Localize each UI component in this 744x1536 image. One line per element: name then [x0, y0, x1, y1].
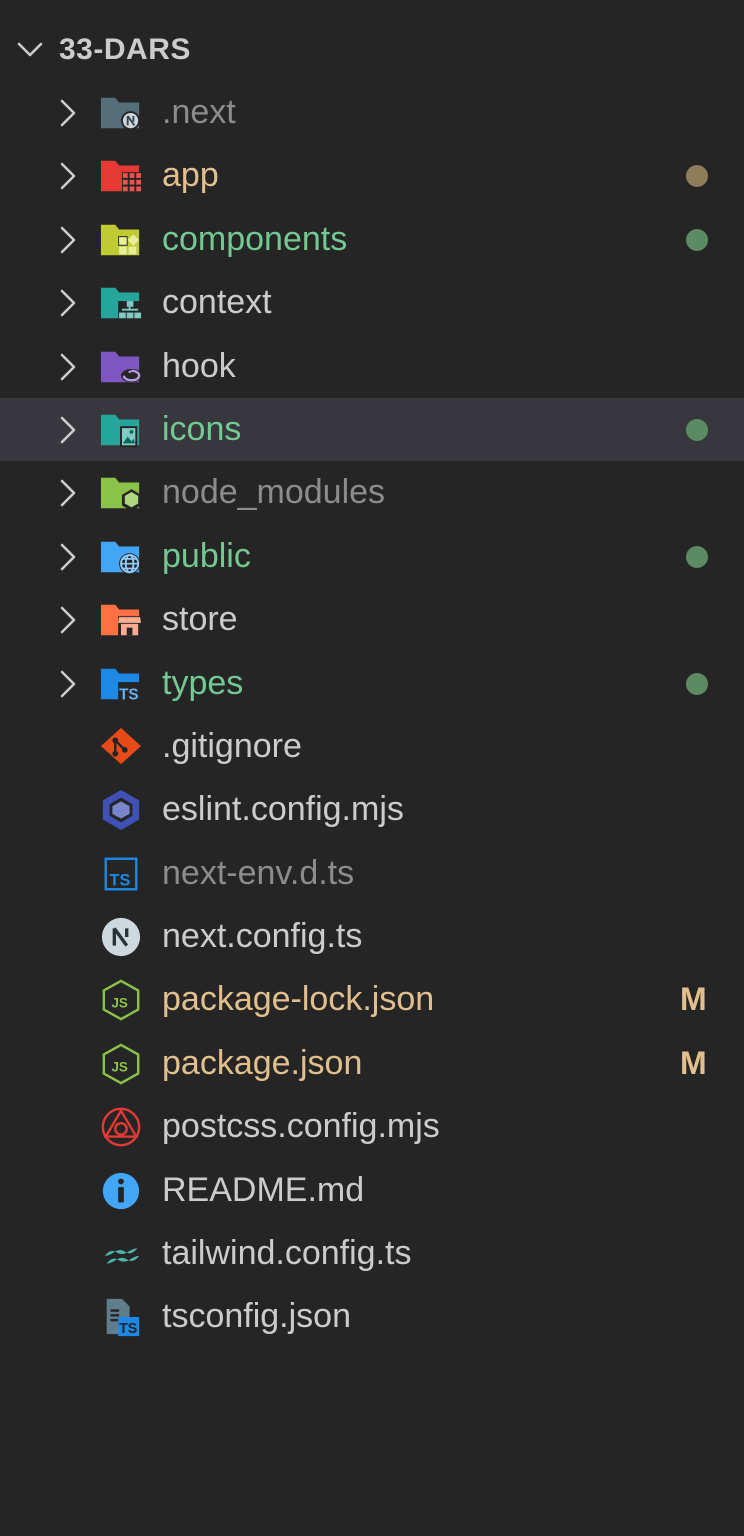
file-row[interactable]: eslint.config.mjs: [0, 778, 744, 841]
folder-label: components: [162, 219, 348, 258]
file-label: package.json: [162, 1043, 363, 1082]
file-row[interactable]: .gitignore: [0, 715, 744, 778]
file-row[interactable]: README.md: [0, 1159, 744, 1222]
nextjs-icon: [101, 917, 141, 957]
folder-label: types: [162, 663, 244, 702]
chevron-right-icon[interactable]: [56, 542, 80, 572]
folder-row[interactable]: public: [0, 525, 744, 588]
chevron-right-icon[interactable]: [56, 98, 80, 128]
file-label: README.md: [162, 1170, 365, 1209]
git-icon: [100, 727, 142, 765]
file-label: eslint.config.mjs: [162, 790, 404, 829]
store-folder-icon: [100, 604, 142, 638]
git-status-dot: [686, 672, 708, 695]
git-status-dot: [686, 165, 708, 188]
svg-text:TS: TS: [110, 871, 131, 889]
folder-row[interactable]: app: [0, 144, 744, 207]
folder-label: icons: [162, 409, 242, 448]
file-row[interactable]: postcss.config.mjs: [0, 1095, 744, 1158]
folder-row[interactable]: icons: [0, 397, 744, 462]
file-row[interactable]: TS tsconfig.json: [0, 1285, 744, 1348]
file-label: .gitignore: [162, 726, 302, 765]
file-label: tsconfig.json: [162, 1297, 351, 1336]
chevron-down-icon: [17, 42, 43, 57]
typescript-file-icon: TS: [104, 857, 138, 891]
svg-text:JS: JS: [111, 1059, 127, 1074]
file-row[interactable]: TS next-env.d.ts: [0, 842, 744, 905]
git-status-dot: [686, 545, 708, 568]
typescript-folder-icon: TS: [100, 668, 142, 703]
chevron-right-icon[interactable]: [56, 478, 80, 508]
folder-label: public: [162, 536, 251, 575]
chevron-right-icon[interactable]: [56, 669, 80, 699]
folder-label: hook: [162, 346, 236, 385]
folder-label: app: [162, 156, 219, 195]
folder-label: context: [162, 283, 272, 322]
context-folder-icon: [100, 287, 142, 321]
public-folder-icon: [100, 541, 141, 574]
file-label: next.config.ts: [162, 917, 363, 956]
eslint-icon: [102, 790, 140, 831]
node-modules-folder-icon: [100, 478, 142, 512]
hook-folder-icon: [100, 351, 142, 382]
svg-text:TS: TS: [119, 686, 139, 703]
file-label: tailwind.config.ts: [162, 1234, 412, 1273]
svg-text:TS: TS: [119, 1322, 137, 1338]
root-folder-label: 33-DARS: [59, 33, 191, 66]
chevron-right-icon[interactable]: [56, 352, 80, 382]
file-label: postcss.config.mjs: [162, 1107, 440, 1146]
git-status-dot: [686, 228, 708, 251]
app-folder-icon: [100, 161, 142, 192]
folder-row[interactable]: .next: [0, 81, 744, 144]
tsconfig-icon: TS: [106, 1299, 140, 1338]
tailwind-icon: [104, 1248, 140, 1264]
nodejs-icon: JS: [102, 980, 140, 1021]
git-status-dot: [686, 418, 708, 441]
folder-row[interactable]: store: [0, 588, 744, 651]
root-folder-header[interactable]: 33-DARS: [0, 18, 744, 81]
chevron-right-icon[interactable]: [56, 161, 80, 191]
chevron-right-icon[interactable]: [56, 225, 80, 255]
folder-label: store: [162, 600, 238, 639]
git-modified-badge: M: [680, 1044, 707, 1081]
nodejs-icon: JS: [102, 1043, 140, 1085]
svg-text:JS: JS: [111, 996, 127, 1011]
file-row[interactable]: next.config.ts: [0, 905, 744, 968]
chevron-right-icon[interactable]: [56, 288, 80, 318]
chevron-right-icon[interactable]: [56, 415, 80, 445]
nextjs-folder-icon: [100, 97, 141, 131]
git-modified-badge: M: [680, 981, 707, 1018]
file-label: next-env.d.ts: [162, 853, 355, 892]
folder-row[interactable]: node_modules: [0, 461, 744, 524]
folder-row[interactable]: context: [0, 271, 744, 334]
file-row[interactable]: JS package-lock.json M: [0, 968, 744, 1031]
components-folder-icon: [100, 224, 140, 256]
file-tree: .next app components context hook icons node_m…: [0, 81, 744, 1349]
folder-label: .next: [162, 93, 236, 131]
file-label: package-lock.json: [162, 980, 435, 1019]
folder-label: node_modules: [162, 473, 386, 512]
info-icon: [102, 1172, 140, 1209]
file-row[interactable]: JS package.json M: [0, 1032, 744, 1095]
images-folder-icon: [100, 414, 140, 448]
chevron-right-icon[interactable]: [56, 605, 80, 635]
folder-row[interactable]: TS types: [0, 652, 744, 715]
folder-row[interactable]: hook: [0, 335, 744, 398]
file-explorer: 33-DARS .next app components context hook ico…: [0, 0, 744, 1536]
file-row[interactable]: tailwind.config.ts: [0, 1222, 744, 1285]
postcss-icon: [101, 1107, 141, 1147]
folder-row[interactable]: components: [0, 208, 744, 271]
